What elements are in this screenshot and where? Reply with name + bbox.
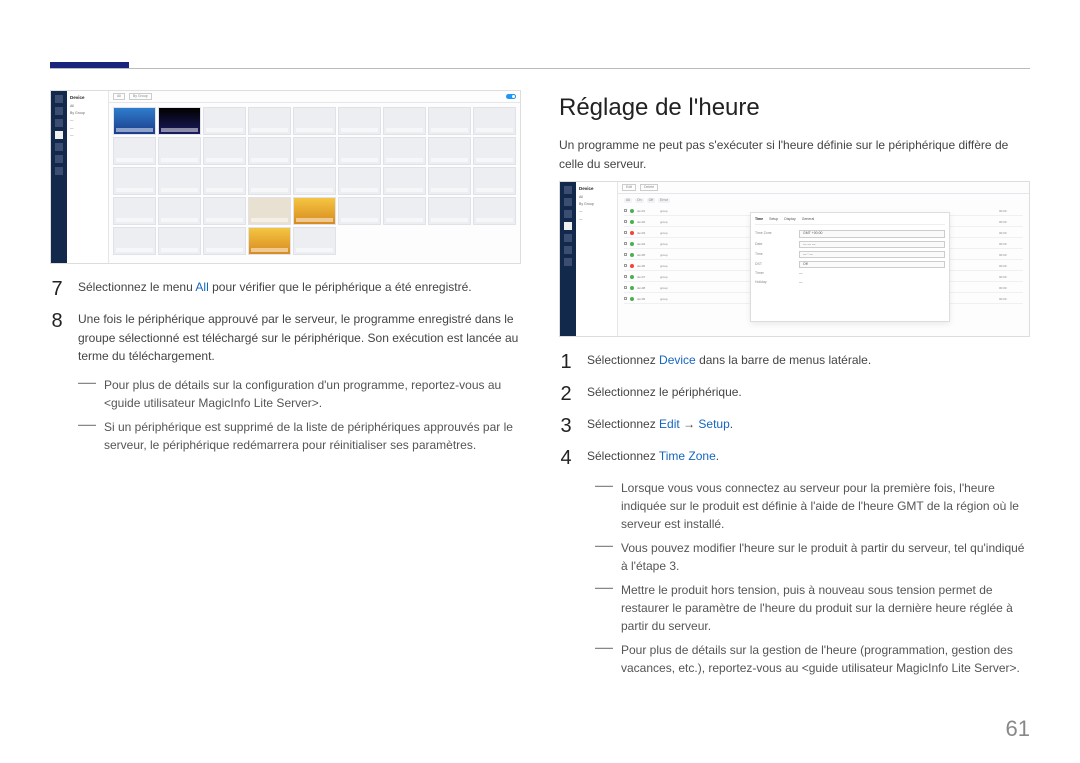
step-number: 4	[559, 447, 573, 469]
note: ― Pour plus de détails sur la gestion de…	[595, 641, 1030, 677]
note-text: Pour plus de détails sur la configuratio…	[104, 376, 521, 412]
dash-icon: ―	[78, 376, 96, 412]
note: ― Vous pouvez modifier l'heure sur le pr…	[595, 539, 1030, 575]
link-device: Device	[659, 353, 696, 367]
dash-icon: ―	[595, 581, 613, 635]
note-text: Pour plus de détails sur la gestion de l…	[621, 641, 1030, 677]
mi-tab-bygroup: By Group	[129, 93, 152, 100]
dash-icon: ―	[595, 479, 613, 533]
step-1: 1 Sélectionnez Device dans la barre de m…	[559, 351, 1030, 373]
screenshot-device-setup: Device AllBy Group—— EditDelete AllOnOff…	[559, 181, 1030, 337]
step-body: Sélectionnez le périphérique.	[587, 383, 1030, 405]
mi-sidebar-icons	[51, 91, 67, 263]
left-notes: ― Pour plus de détails sur la configurat…	[78, 376, 521, 454]
page-number: 61	[1006, 712, 1030, 745]
section-intro: Un programme ne peut pas s'exécuter si l…	[559, 136, 1030, 173]
mi-toolbar: All By Group	[109, 91, 520, 103]
step-7: 7 Sélectionnez le menu All pour vérifier…	[50, 278, 521, 300]
step-body: Sélectionnez Edit → Setup.	[587, 415, 1030, 437]
step-number: 3	[559, 415, 573, 437]
mi-nav: Device AllBy Group——	[576, 182, 618, 336]
step-number: 7	[50, 278, 64, 300]
note-text: Mettre le produit hors tension, puis à n…	[621, 581, 1030, 635]
step-number: 8	[50, 310, 64, 366]
toggle-icon	[506, 94, 516, 99]
step-body: Sélectionnez Device dans la barre de men…	[587, 351, 1030, 373]
note-text: Lorsque vous vous connectez au serveur p…	[621, 479, 1030, 533]
step-body: Sélectionnez Time Zone.	[587, 447, 1030, 469]
link-setup: Setup	[698, 417, 729, 431]
step-3: 3 Sélectionnez Edit → Setup.	[559, 415, 1030, 437]
mi-nav: Device AllBy Group———	[67, 91, 109, 263]
dash-icon: ―	[78, 418, 96, 454]
step-4: 4 Sélectionnez Time Zone.	[559, 447, 1030, 469]
mi-sidebar-icons	[560, 182, 576, 336]
link-edit: Edit	[659, 417, 680, 431]
note: ― Pour plus de détails sur la configurat…	[78, 376, 521, 412]
note-text: Si un périphérique est supprimé de la li…	[104, 418, 521, 454]
link-all: All	[195, 280, 208, 294]
step-body: Une fois le périphérique approuvé par le…	[78, 310, 521, 366]
panel-tab-setup: Setup	[769, 217, 778, 222]
right-notes: ― Lorsque vous vous connectez au serveur…	[595, 479, 1030, 677]
mi-filters: AllOnOffError	[624, 198, 1023, 203]
section-title: Réglage de l'heure	[559, 90, 1030, 126]
mi-nav-title: Device	[70, 95, 105, 102]
screenshot-device-grid: Device AllBy Group——— All By Group	[50, 90, 521, 264]
panel-tab-time: Time	[755, 217, 763, 222]
right-steps: 1 Sélectionnez Device dans la barre de m…	[559, 351, 1030, 469]
note: ― Si un périphérique est supprimé de la …	[78, 418, 521, 454]
step-number: 1	[559, 351, 573, 373]
dash-icon: ―	[595, 641, 613, 677]
step-number: 2	[559, 383, 573, 405]
note-text: Vous pouvez modifier l'heure sur le prod…	[621, 539, 1030, 575]
right-column: Réglage de l'heure Un programme ne peut …	[559, 90, 1030, 683]
note: ― Lorsque vous vous connectez au serveur…	[595, 479, 1030, 533]
step-8: 8 Une fois le périphérique approuvé par …	[50, 310, 521, 366]
mi-setup-panel: Time Setup DisplayGeneral Time ZoneGMT +…	[750, 212, 950, 322]
left-column: Device AllBy Group——— All By Group	[50, 90, 521, 683]
mi-nav-title: Device	[579, 186, 614, 193]
step-body: Sélectionnez le menu All pour vérifier q…	[78, 278, 521, 300]
left-steps: 7 Sélectionnez le menu All pour vérifier…	[50, 278, 521, 366]
mi-device-grid	[109, 103, 520, 263]
step-2: 2 Sélectionnez le périphérique.	[559, 383, 1030, 405]
mi-tab-all: All	[113, 93, 125, 100]
header-rule	[50, 68, 1030, 69]
panel-label-timezone: Time Zone	[755, 231, 795, 236]
link-timezone: Time Zone	[659, 449, 716, 463]
note: ― Mettre le produit hors tension, puis à…	[595, 581, 1030, 635]
dash-icon: ―	[595, 539, 613, 575]
mi-toolbar: EditDelete	[618, 182, 1029, 194]
